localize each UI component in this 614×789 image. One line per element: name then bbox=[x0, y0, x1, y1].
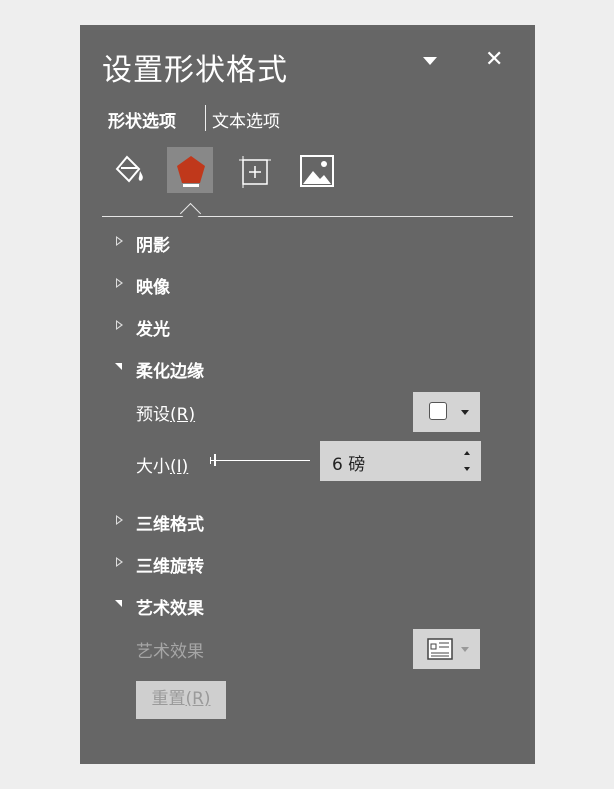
reset-label: 重置 bbox=[151, 689, 186, 709]
preset-swatch-icon bbox=[429, 402, 447, 420]
pane-title: 设置形状格式 bbox=[102, 53, 288, 88]
expand-right-icon bbox=[116, 320, 123, 330]
slider-thumb[interactable] bbox=[214, 454, 216, 466]
tab-text-options[interactable]: 文本选项 bbox=[212, 107, 280, 132]
section-label: 发光 bbox=[136, 320, 170, 340]
artistic-effect-icon bbox=[427, 638, 453, 660]
close-icon[interactable]: ✕ bbox=[485, 47, 503, 73]
size-slider[interactable] bbox=[210, 450, 310, 470]
size-label-text: 大小 bbox=[136, 457, 170, 477]
section-label: 艺术效果 bbox=[136, 599, 204, 619]
size-value[interactable]: 6 磅 bbox=[332, 450, 365, 475]
collapse-down-icon bbox=[115, 600, 122, 607]
preset-label-text: 预设 bbox=[136, 405, 170, 425]
selected-pointer bbox=[179, 202, 202, 225]
tab-shape-options[interactable]: 形状选项 bbox=[108, 107, 176, 132]
expand-right-icon bbox=[116, 236, 123, 246]
section-label: 阴影 bbox=[136, 236, 170, 256]
spin-up-icon[interactable] bbox=[464, 451, 470, 455]
reset-accelerator: (R) bbox=[185, 689, 211, 709]
slider-track bbox=[210, 460, 310, 461]
icon-row-divider bbox=[102, 216, 513, 217]
size-accelerator: (I) bbox=[170, 457, 189, 477]
section-label: 柔化边缘 bbox=[136, 362, 204, 382]
preset-accelerator: (R) bbox=[170, 405, 196, 425]
fill-line-icon[interactable] bbox=[105, 147, 151, 193]
picture-icon[interactable] bbox=[293, 147, 339, 193]
format-shape-pane: 设置形状格式 ✕ 形状选项 文本选项 阴影 映像 发光 柔化边缘 预设(R) 大… bbox=[80, 25, 535, 764]
size-label: 大小(I) bbox=[136, 452, 188, 477]
section-label: 三维旋转 bbox=[136, 557, 204, 577]
category-icon-row bbox=[105, 147, 355, 197]
preset-dropdown-button[interactable] bbox=[413, 392, 480, 432]
spin-down-icon[interactable] bbox=[464, 467, 470, 471]
tab-divider bbox=[205, 105, 206, 131]
size-properties-icon[interactable] bbox=[230, 147, 276, 193]
artistic-effect-dropdown bbox=[413, 629, 480, 669]
chevron-down-icon bbox=[461, 647, 469, 652]
reset-button: 重置(R) bbox=[136, 681, 226, 719]
chevron-down-icon bbox=[461, 410, 469, 415]
artistic-effect-label: 艺术效果 bbox=[136, 642, 204, 662]
expand-right-icon bbox=[116, 557, 123, 567]
size-spinbox[interactable]: 6 磅 bbox=[320, 441, 481, 481]
preset-label: 预设(R) bbox=[136, 400, 195, 425]
section-label: 三维格式 bbox=[136, 515, 204, 535]
effects-pentagon-icon[interactable] bbox=[167, 147, 213, 193]
pane-options-dropdown-icon[interactable] bbox=[423, 57, 437, 65]
expand-right-icon bbox=[116, 278, 123, 288]
expand-right-icon bbox=[116, 515, 123, 525]
section-label: 映像 bbox=[136, 278, 170, 298]
collapse-down-icon bbox=[115, 363, 122, 370]
